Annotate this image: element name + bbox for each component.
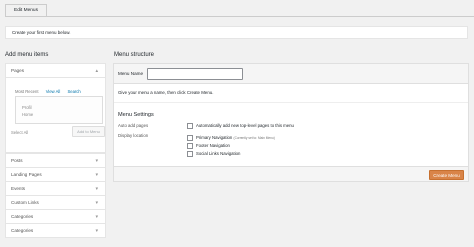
chevron-down-icon: ▼ (94, 172, 99, 177)
chevron-down-icon: ▼ (94, 186, 99, 191)
chevron-down-icon: ▼ (94, 214, 99, 219)
chevron-down-icon: ▼ (94, 228, 99, 233)
location-checkbox-social[interactable] (187, 151, 193, 157)
display-location-label: Display location (118, 133, 149, 138)
accordion-events[interactable]: Events ▼ (6, 181, 105, 195)
menu-name-input[interactable] (147, 68, 243, 80)
select-all-link[interactable]: Select All (11, 130, 28, 135)
menu-structure-panel: Menu Name Give your menu a name, then cl… (113, 63, 469, 182)
add-menu-items-panel: Pages ▲ Most Recent View All Search Prof… (5, 63, 106, 238)
accordion-posts[interactable]: Posts ▼ (6, 153, 105, 167)
location-note: (Currently set to: Main Menu) (233, 136, 275, 140)
chevron-down-icon: ▼ (94, 158, 99, 163)
menu-hint: Give your menu a name, then click Create… (118, 90, 214, 95)
menu-name-bar: Menu Name (114, 64, 468, 84)
tab-search[interactable]: Search (67, 89, 80, 94)
location-primary: Primary Navigation (Currently set to: Ma… (196, 135, 275, 140)
add-to-menu-button[interactable]: Add to Menu (72, 126, 105, 137)
menu-name-label: Menu Name (118, 71, 144, 76)
accordion-label: Landing Pages (11, 172, 42, 177)
tab-divider (5, 16, 474, 17)
location-social: Social Links Navigation (196, 151, 241, 156)
accordion-label: Custom Links (11, 200, 39, 205)
accordion-list: Posts ▼ Landing Pages ▼ Events ▼ Custom Lin… (5, 153, 106, 238)
location-name: Primary Navigation (196, 135, 233, 140)
accordion-label: Events (11, 186, 26, 191)
location-footer: Footer Navigation (196, 143, 230, 148)
auto-add-option: Automatically add new top-level pages to… (196, 123, 294, 128)
accordion-landing-pages[interactable]: Landing Pages ▼ (6, 167, 105, 181)
auto-add-label: Auto add pages (118, 123, 149, 128)
notice-text: Create your first menu below. (12, 30, 71, 35)
accordion-label: Categories (11, 214, 34, 219)
notice-box: Create your first menu below. (5, 26, 468, 39)
location-checkbox-footer[interactable] (187, 143, 193, 149)
menu-structure-title: Menu structure (114, 52, 155, 58)
add-menu-items-title: Add menu items (5, 52, 49, 58)
chevron-up-icon: ▲ (94, 68, 99, 73)
pages-label: Pages (11, 68, 25, 73)
create-menu-button[interactable]: Create Menu (429, 170, 464, 180)
location-checkbox-primary[interactable] (187, 135, 193, 141)
list-item[interactable]: Home (22, 111, 102, 118)
auto-add-checkbox[interactable] (187, 123, 193, 129)
pages-section: Pages ▲ Most Recent View All Search Prof… (5, 63, 106, 153)
divider (114, 102, 468, 103)
tab-view-all[interactable]: View All (46, 89, 61, 94)
accordion-categories[interactable]: Categories ▼ (6, 209, 105, 223)
menu-footer: Create Menu (114, 166, 468, 181)
tab-most-recent[interactable]: Most Recent (15, 89, 39, 94)
pages-list: Profil Home (15, 96, 103, 124)
accordion-custom-links[interactable]: Custom Links ▼ (6, 195, 105, 209)
accordion-label: Posts (11, 158, 23, 163)
accordion-label: Categories (11, 228, 34, 233)
pages-accordion-header[interactable]: Pages ▲ (6, 64, 105, 78)
list-item[interactable]: Profil (22, 104, 102, 111)
pages-tabs: Most Recent View All Search (15, 89, 87, 94)
menu-settings-title: Menu Settings (118, 112, 154, 118)
accordion-categories-2[interactable]: Categories ▼ (6, 223, 105, 237)
chevron-down-icon: ▼ (94, 200, 99, 205)
